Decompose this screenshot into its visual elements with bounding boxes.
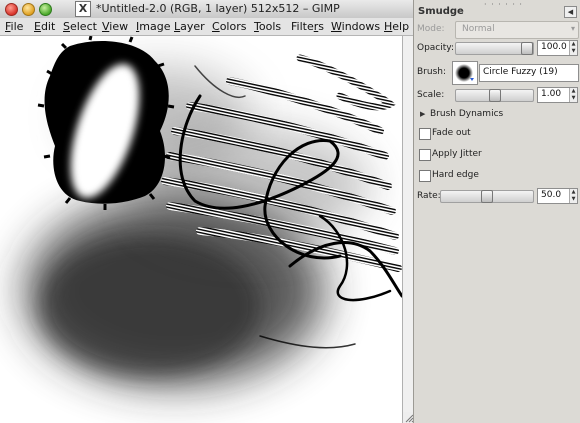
window-title: *Untitled-2.0 (RGB, 1 layer) 512x512 – G… xyxy=(96,2,340,15)
zoom-window-button[interactable] xyxy=(39,3,52,16)
brush-dynamics-expander[interactable]: Brush Dynamics xyxy=(430,109,503,119)
menu-tools[interactable]: Tools xyxy=(254,20,281,33)
opacity-slider[interactable] xyxy=(455,42,534,55)
scale-slider-handle[interactable] xyxy=(489,89,501,102)
menu-bar: File Edit Select View Image Layer Colors Tools F… xyxy=(0,18,413,36)
apply-jitter-checkbox[interactable] xyxy=(419,149,431,161)
menu-filters[interactable]: Filters xyxy=(291,20,324,33)
fade-out-label: Fade out xyxy=(432,128,471,138)
scale-value: 1.00 xyxy=(541,89,562,99)
opacity-slider-handle[interactable] xyxy=(521,42,533,55)
opacity-spinbox[interactable]: 100.0 ▲ ▼ xyxy=(537,40,578,56)
chevron-down-icon: ▾ xyxy=(570,24,575,33)
brush-name-field[interactable]: Circle Fuzzy (19) xyxy=(479,64,579,82)
black-brush-blob xyxy=(37,36,175,210)
spin-arrows-icon[interactable]: ▲ ▼ xyxy=(569,88,577,102)
hard-edge-checkbox[interactable] xyxy=(419,170,431,182)
opacity-label: Opacity: xyxy=(417,43,454,53)
close-window-button[interactable] xyxy=(5,3,18,16)
menu-colors[interactable]: Colors xyxy=(212,20,246,33)
tool-options-title: Smudge xyxy=(418,6,464,17)
menu-file[interactable]: File xyxy=(5,20,23,33)
mode-select[interactable]: Normal ▾ xyxy=(455,21,579,39)
menu-windows[interactable]: Windows xyxy=(331,20,380,33)
left-arrow-icon[interactable]: ◀ xyxy=(564,6,577,18)
brush-preview-button[interactable] xyxy=(452,61,478,85)
brush-label: Brush: xyxy=(417,67,447,77)
dock-grip[interactable]: · · · · · · xyxy=(484,0,523,9)
x11-icon: X xyxy=(75,1,91,17)
fade-out-checkbox[interactable] xyxy=(419,128,431,140)
smudge-blob-core xyxy=(40,236,260,376)
mode-value: Normal xyxy=(462,24,495,34)
image-window: X *Untitled-2.0 (RGB, 1 layer) 512x512 –… xyxy=(0,0,414,423)
expander-arrow-icon[interactable]: ▶ xyxy=(420,110,425,118)
mode-label: Mode: xyxy=(417,24,445,34)
spin-arrows-icon[interactable]: ▲ ▼ xyxy=(569,189,577,203)
scale-slider[interactable] xyxy=(455,89,534,102)
apply-jitter-label: Apply Jitter xyxy=(432,149,482,159)
scale-spinbox[interactable]: 1.00 ▲ ▼ xyxy=(537,87,578,103)
rate-slider[interactable] xyxy=(440,190,534,203)
canvas-artwork xyxy=(0,36,402,423)
opacity-value: 100.0 xyxy=(541,42,567,52)
spin-arrows-icon[interactable]: ▲ ▼ xyxy=(569,41,577,55)
fuzzy-circle-brush-icon xyxy=(455,64,474,82)
minimize-window-button[interactable] xyxy=(22,3,35,16)
menu-select[interactable]: Select xyxy=(63,20,97,33)
rate-spinbox[interactable]: 50.0 ▲ ▼ xyxy=(537,188,578,204)
rate-value: 50.0 xyxy=(541,190,562,200)
rate-label: Rate: xyxy=(417,191,441,201)
hard-edge-label: Hard edge xyxy=(432,170,479,180)
menu-view[interactable]: View xyxy=(102,20,128,33)
title-bar[interactable]: X *Untitled-2.0 (RGB, 1 layer) 512x512 –… xyxy=(0,0,413,19)
menu-help[interactable]: Help xyxy=(384,20,409,33)
scale-label: Scale: xyxy=(417,90,445,100)
rate-slider-handle[interactable] xyxy=(481,190,493,203)
menu-image[interactable]: Image xyxy=(136,20,170,33)
menu-edit[interactable]: Edit xyxy=(34,20,55,33)
menu-layer[interactable]: Layer xyxy=(174,20,205,33)
image-canvas[interactable] xyxy=(0,36,402,423)
brush-name: Circle Fuzzy (19) xyxy=(483,67,558,77)
